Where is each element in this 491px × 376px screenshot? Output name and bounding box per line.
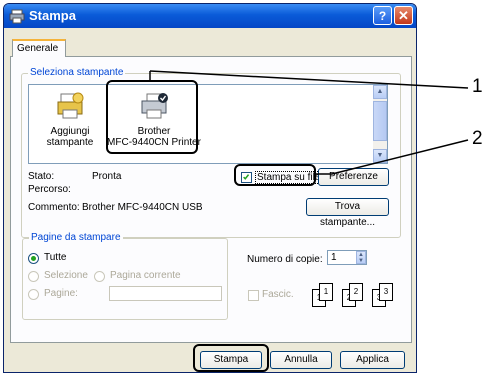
add-printer-icon xyxy=(57,92,84,119)
path-label: Percorso: xyxy=(28,184,71,195)
current-page-radio[interactable] xyxy=(94,271,105,282)
printer-icon xyxy=(9,9,25,24)
printer-list-scrollbar[interactable]: ▲ ▼ xyxy=(373,85,387,163)
find-printer-button[interactable]: Trova stampante... xyxy=(306,198,389,228)
comment-label: Commento: xyxy=(28,202,80,213)
tab-generale[interactable]: Generale xyxy=(12,39,66,57)
apply-button[interactable]: Applica xyxy=(340,351,405,369)
printer-item-add[interactable]: Aggiungi stampante xyxy=(35,89,105,157)
page-range-legend: Pagine da stampare xyxy=(29,232,123,243)
callout-label-2: 2 xyxy=(472,128,483,149)
print-dialog: Stampa ? ✕ Generale Seleziona stampante … xyxy=(3,3,417,373)
help-button[interactable]: ? xyxy=(373,6,392,25)
collate-page: 1 xyxy=(319,283,333,301)
pages-radio[interactable] xyxy=(28,289,39,300)
title-bar[interactable]: Stampa ? ✕ xyxy=(4,4,416,28)
scroll-up-arrow-icon[interactable]: ▲ xyxy=(373,85,387,99)
collate-page: 3 xyxy=(379,283,393,301)
all-pages-label[interactable]: Tutte xyxy=(44,252,66,263)
collate-page: 2 xyxy=(349,283,363,301)
collate-checkbox[interactable] xyxy=(248,290,259,301)
pages-input[interactable] xyxy=(109,286,222,301)
callout-box-print-button xyxy=(193,344,269,372)
callout-label-1: 1 xyxy=(472,76,483,97)
status-value: Pronta xyxy=(92,171,122,182)
comment-value: Brother MFC-9440CN USB xyxy=(82,202,203,213)
scroll-down-arrow-icon[interactable]: ▼ xyxy=(373,149,387,163)
collate-label[interactable]: Fascic. xyxy=(262,289,294,300)
selection-label[interactable]: Selezione xyxy=(44,270,88,281)
selection-radio[interactable] xyxy=(28,271,39,282)
window-title: Stampa xyxy=(29,8,76,23)
pages-label[interactable]: Pagine: xyxy=(44,288,78,299)
printer-item-add-line1: Aggiungi xyxy=(50,126,90,137)
preferences-button[interactable]: Preferenze xyxy=(318,168,389,186)
copies-label: Numero di copie: xyxy=(247,254,323,265)
callout-box-printer xyxy=(106,80,198,154)
close-button[interactable]: ✕ xyxy=(394,6,413,25)
printer-item-add-line2: stampante xyxy=(46,137,94,148)
printer-list[interactable]: Aggiungi stampante Brother MFC-9440CN Pr… xyxy=(28,84,388,164)
collate-preview-icon: 1 1 2 2 3 3 xyxy=(308,283,398,309)
radio-selected-dot-icon xyxy=(31,256,36,261)
copies-spinner-icon[interactable]: ▲ ▼ xyxy=(356,251,366,264)
copies-value: 1 xyxy=(331,252,337,263)
scroll-thumb[interactable] xyxy=(373,101,387,141)
callout-box-print-to-file xyxy=(234,164,316,186)
all-pages-radio[interactable] xyxy=(28,253,39,264)
current-page-label[interactable]: Pagina corrente xyxy=(110,270,181,281)
status-label: Stato: xyxy=(28,171,55,182)
cancel-button[interactable]: Annulla xyxy=(270,351,332,369)
select-printer-legend: Seleziona stampante xyxy=(28,67,126,78)
